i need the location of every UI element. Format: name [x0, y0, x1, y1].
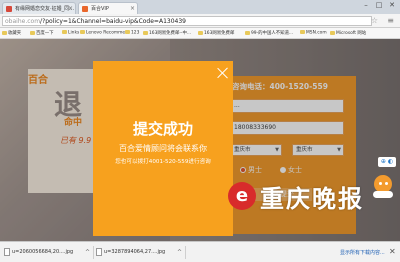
- tab-label: 有缘网婚恋交友·征婚_同…: [15, 6, 75, 12]
- bookmark-item[interactable]: 收藏夹: [2, 30, 21, 36]
- watermark-logo-icon: e: [228, 182, 256, 210]
- tab-baihe-vip[interactable]: 百合VIP ×: [78, 2, 138, 14]
- mascot-eye: [385, 182, 388, 185]
- bookmark-item[interactable]: 百度一下: [30, 30, 54, 36]
- folder-icon: [80, 30, 85, 34]
- window-controls: – □ ✕: [361, 1, 397, 10]
- download-item[interactable]: u=2060056684,20....jpg ^: [2, 246, 94, 259]
- menu-icon[interactable]: ≡: [387, 16, 394, 25]
- bookmark-star-icon[interactable]: ☆: [371, 16, 378, 25]
- page-icon: [30, 30, 35, 35]
- bookmark-item[interactable]: 123: [125, 30, 139, 36]
- download-item[interactable]: u=3287894064,27....jpg ^: [94, 246, 186, 259]
- bookmark-item[interactable]: 163网易免费邮--中...: [143, 30, 191, 36]
- newspaper-watermark: e 重庆晚报: [228, 162, 378, 222]
- tab-close-icon[interactable]: ×: [130, 5, 135, 12]
- site-favicon-icon: [82, 6, 88, 12]
- tab-bar: 有缘网婚恋交友·征婚_同… × 百合VIP × – □ ✕: [0, 0, 400, 14]
- bookmark-item[interactable]: MSN.com: [300, 30, 327, 36]
- bookmark-item[interactable]: 99-的中国人不知道...: [245, 30, 293, 36]
- bookmark-item[interactable]: Microsoft 网站: [330, 30, 366, 36]
- close-download-bar-button[interactable]: ✕: [389, 247, 396, 256]
- modal-subtitle: 百合爱情顾问将会联系你: [119, 144, 207, 153]
- chevron-up-icon[interactable]: ^: [85, 246, 90, 259]
- page-icon: [330, 30, 335, 35]
- modal-note: 您也可以拨打4001-520-559进行咨询: [115, 159, 211, 165]
- star-folder-icon: [2, 30, 7, 35]
- show-all-downloads-link[interactable]: 显示所有下载内容...: [340, 249, 385, 256]
- tab-close-icon[interactable]: ×: [68, 5, 73, 12]
- bookmarks-bar: 收藏夹 百度一下 Links Lenovo Recomme... 123 163…: [0, 28, 400, 39]
- image-file-icon: [4, 248, 10, 256]
- download-bar: u=2060056684,20....jpg ^ u=3287894064,27…: [0, 241, 400, 262]
- maximize-button[interactable]: □: [374, 1, 384, 10]
- watermark-text: 重庆晚报: [260, 185, 364, 213]
- close-icon[interactable]: [217, 67, 229, 79]
- minimize-button[interactable]: –: [361, 1, 371, 10]
- share-widget[interactable]: ⊕ ◐: [378, 157, 396, 167]
- tab-youyuan[interactable]: 有缘网婚恋交友·征婚_同… ×: [2, 2, 76, 14]
- close-window-button[interactable]: ✕: [387, 1, 397, 10]
- image-file-icon: [96, 248, 102, 256]
- download-filename: u=3287894064,27....jpg: [104, 249, 166, 255]
- tab-label: 百合VIP: [91, 6, 109, 12]
- bookmark-item[interactable]: Lenovo Recomme...: [80, 30, 129, 36]
- download-filename: u=2060056684,20....jpg: [12, 249, 74, 255]
- page-icon: [245, 30, 250, 35]
- site-favicon-icon: [6, 6, 12, 12]
- page-icon: [300, 30, 305, 34]
- page-icon: [198, 30, 203, 35]
- page-icon: [143, 30, 148, 35]
- bookmark-item[interactable]: 163网易免费邮: [198, 30, 234, 36]
- folder-icon: [62, 30, 67, 34]
- page-icon: [125, 30, 130, 34]
- url-input[interactable]: obaihe.com/?policy=1&Channel=baidu-vip&C…: [2, 16, 372, 26]
- chevron-up-icon[interactable]: ^: [177, 246, 182, 259]
- bookmark-item[interactable]: Links: [62, 30, 79, 36]
- url-domain: obaihe.com: [5, 18, 41, 25]
- address-bar: obaihe.com/?policy=1&Channel=baidu-vip&C…: [0, 14, 400, 28]
- mascot-eye: [379, 182, 382, 185]
- modal-title: 提交成功: [132, 120, 193, 138]
- url-path: /?policy=1&Channel=baidu-vip&Code=A13043…: [40, 18, 186, 25]
